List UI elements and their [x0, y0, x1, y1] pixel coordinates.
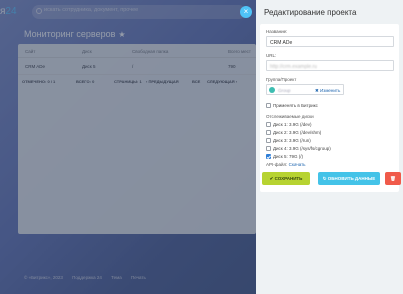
- save-button[interactable]: ✔ СОХРАНИТЬ: [262, 172, 310, 185]
- notify-checkbox[interactable]: [266, 103, 271, 108]
- edit-form: Название: CRM ADe URL: http://crm.exampl…: [260, 24, 399, 192]
- api-download-link[interactable]: Скачать: [289, 162, 306, 167]
- name-value: CRM ADe: [270, 40, 293, 46]
- group-selector[interactable]: Group ✖ Изменить: [266, 84, 344, 95]
- trash-icon: 🗑: [390, 176, 396, 181]
- change-group-link[interactable]: ✖ Изменить: [315, 88, 340, 94]
- group-name: Group: [278, 88, 291, 93]
- edit-project-panel: Редактирование проекта Название: CRM ADe…: [256, 0, 403, 294]
- delete-button[interactable]: 🗑: [385, 172, 401, 185]
- disk-checkbox-4[interactable]: [266, 146, 271, 151]
- disk-label-2: Диск 2: 3.9G (/dev/shm): [273, 130, 322, 135]
- url-value: http://crm.example.ru: [270, 64, 317, 70]
- group-label: Группа/Проект: [266, 77, 297, 82]
- disk-label-4: Диск 4: 3.9G (/sys/fs/cgroup): [273, 146, 331, 151]
- update-data-button[interactable]: ↻ ОБНОВИТЬ ДАННЫЕ: [318, 172, 380, 185]
- disks-label: Отслеживаемые диски: [266, 114, 314, 119]
- name-label: Название:: [266, 29, 288, 34]
- api-file-row: API-файл: Скачать: [266, 162, 306, 167]
- disk-checkbox-1[interactable]: [266, 122, 271, 127]
- panel-title: Редактирование проекта: [264, 8, 357, 17]
- url-label: URL:: [266, 53, 277, 58]
- disk-checkbox-5[interactable]: [266, 154, 271, 159]
- disk-label-3: Диск 3: 3.9G (/run): [273, 138, 311, 143]
- disk-label-1: Диск 1: 3.9G (/dev): [273, 122, 312, 127]
- disk-checkbox-2[interactable]: [266, 130, 271, 135]
- disk-label-5: Диск 5: 79G (/): [273, 154, 304, 159]
- disk-checkbox-3[interactable]: [266, 138, 271, 143]
- group-avatar: [269, 87, 275, 93]
- url-field[interactable]: http://crm.example.ru: [266, 60, 394, 71]
- api-file-label: API-файл:: [266, 162, 288, 167]
- name-field[interactable]: CRM ADe: [266, 36, 394, 47]
- close-panel-button[interactable]: ×: [240, 6, 252, 18]
- notify-label: Применять в Битрикс: [273, 103, 318, 108]
